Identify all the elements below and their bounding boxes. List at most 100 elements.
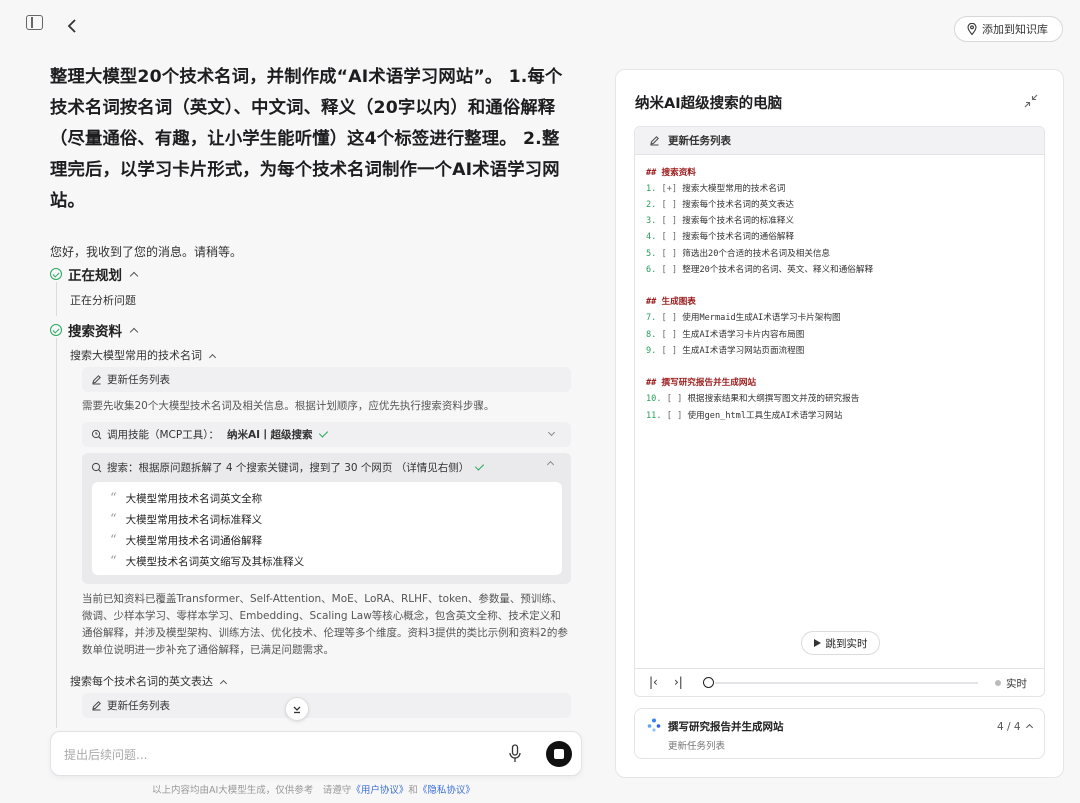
substep-title: 搜索每个技术名词的英文表达 xyxy=(70,675,213,688)
task-item: 11. [ ] 使用gen_html工具生成AI术语学习网站 xyxy=(646,411,843,421)
substep-header[interactable]: 搜索每个技术名词的英文表达 xyxy=(70,673,228,689)
task-item: 3. [ ] 搜索每个技术名词的标准释义 xyxy=(646,216,794,226)
terminal-header: 更新任务列表 xyxy=(635,127,1044,155)
location-pin-icon xyxy=(967,23,977,35)
microphone-icon[interactable] xyxy=(509,744,521,763)
section-heading: ## 撰写研究报告并生成网站 xyxy=(646,378,757,388)
computer-panel: 纳米AI超级搜索的电脑 更新任务列表 ## 搜索资料 1. [+] 搜索大模型常… xyxy=(615,69,1064,778)
add-to-knowledge-base-button[interactable]: 添加到知识库 xyxy=(954,16,1063,42)
search-query[interactable]: “大模型常用技术名词标准释义 xyxy=(110,512,262,527)
live-label: 实时 xyxy=(1006,678,1027,690)
task-item: 7. [ ] 使用Mermaid生成AI术语学习卡片架构图 xyxy=(646,313,841,323)
pencil-icon xyxy=(650,136,659,146)
search-query[interactable]: “大模型常用技术名词通俗解释 xyxy=(110,533,262,548)
section-heading: ## 搜索资料 xyxy=(646,168,696,178)
arrow-down-icon xyxy=(293,706,301,714)
sparkle-icon xyxy=(647,718,661,732)
chevron-up-icon[interactable] xyxy=(1025,723,1034,732)
task-item: 5. [ ] 筛选出20个合适的技术名词及相关信息 xyxy=(646,249,831,259)
collapse-icon[interactable] xyxy=(1024,94,1038,108)
search-card-header: 搜索：根据原问题拆解了 4 个搜索关键词，搜到了 30 个网页 （详情见右侧） xyxy=(91,460,485,475)
task-item: 8. [ ] 生成AI术语学习卡片内容布局图 xyxy=(646,330,805,340)
search-card[interactable]: 搜索：根据原问题拆解了 4 个搜索关键词，搜到了 30 个网页 （详情见右侧） … xyxy=(82,453,571,584)
substep-description: 需要先收集20个大模型技术名词及相关信息。根据计划顺序，应优先执行搜索资料步骤。 xyxy=(82,400,495,412)
check-icon xyxy=(475,460,485,471)
tool-label: 调用技能（MCP工具）： xyxy=(107,429,219,441)
chevron-left-icon xyxy=(67,19,76,33)
search-query[interactable]: “大模型技术名词英文缩写及其标准释义 xyxy=(110,554,304,569)
chevron-up-icon xyxy=(129,327,139,337)
update-task-list-card[interactable]: 更新任务列表 xyxy=(82,367,571,392)
tool-call-card[interactable]: 调用技能（MCP工具）： 纳米AI丨超级搜索 xyxy=(82,422,571,447)
privacy-link[interactable]: 《隐私协议》 xyxy=(418,785,475,796)
step-divider xyxy=(56,282,57,316)
back-button[interactable] xyxy=(62,15,84,39)
query-list: “大模型常用技术名词英文全称 “大模型常用技术名词标准释义 “大模型常用技术名词… xyxy=(92,482,562,575)
substep-header[interactable]: 搜索大模型常用的技术名词 xyxy=(70,347,217,363)
quote-icon: “ xyxy=(110,512,117,527)
skip-start-icon[interactable]: |‹ xyxy=(649,675,658,689)
chevron-up-icon xyxy=(129,271,139,281)
kb-button-label: 添加到知识库 xyxy=(982,23,1048,36)
jump-to-live-button[interactable]: 跳到实时 xyxy=(801,631,880,655)
chevron-up-icon xyxy=(219,679,228,687)
task-item: 4. [ ] 搜索每个技术名词的通俗解释 xyxy=(646,232,794,242)
step-planning[interactable]: 正在规划 xyxy=(50,264,139,284)
disclaimer: 以上内容均由AI大模型生成，仅供参考 请遵守《用户协议》和《隐私协议》 xyxy=(152,785,475,796)
card-label: 更新任务列表 xyxy=(107,700,170,712)
jump-label: 跳到实时 xyxy=(825,637,868,650)
progress-track[interactable] xyxy=(715,682,978,684)
step-detail: 正在分析问题 xyxy=(70,294,136,307)
follow-up-input-bar[interactable]: 提出后续问题... xyxy=(50,731,582,776)
step-search[interactable]: 搜索资料 xyxy=(50,320,139,340)
update-task-list-card[interactable]: 更新任务列表 xyxy=(82,693,571,718)
conversation: 整理大模型20个技术名词，并制作成“AI术语学习网站”。 1.每个技术名词按名词… xyxy=(50,62,572,260)
chevron-down-icon xyxy=(547,428,556,437)
live-dot-icon xyxy=(995,680,1001,686)
panel-title: 纳米AI超级搜索的电脑 xyxy=(635,96,783,112)
task-item: 9. [ ] 生成AI术语学习网站页面流程图 xyxy=(646,346,805,356)
chevron-up-icon xyxy=(208,353,217,361)
terminal-title: 更新任务列表 xyxy=(668,135,731,147)
task-item: 2. [ ] 搜索每个技术名词的英文表达 xyxy=(646,200,794,210)
user-agreement-link[interactable]: 《用户协议》 xyxy=(351,785,408,796)
progress-knob[interactable] xyxy=(703,677,714,688)
quote-icon: “ xyxy=(110,533,117,548)
quote-icon: “ xyxy=(110,491,117,506)
search-result-summary: 当前已知资料已覆盖Transformer、Self-Attention、MoE、… xyxy=(82,593,568,656)
search-summary: 搜索：根据原问题拆解了 4 个搜索关键词，搜到了 30 个网页 （详情见右侧） xyxy=(107,462,470,474)
check-icon xyxy=(318,427,328,438)
task-item: 1. [+] 搜索大模型常用的技术名词 xyxy=(646,184,786,194)
follow-up-input[interactable]: 提出后续问题... xyxy=(64,746,147,763)
user-prompt: 整理大模型20个技术名词，并制作成“AI术语学习网站”。 1.每个技术名词按名词… xyxy=(50,67,563,211)
stop-generation-button[interactable] xyxy=(546,741,572,767)
search-query[interactable]: “大模型常用技术名词英文全称 xyxy=(110,491,262,506)
substep-title: 搜索大模型常用的技术名词 xyxy=(70,349,202,362)
step-title: 搜索资料 xyxy=(68,324,122,340)
scroll-to-bottom-button[interactable] xyxy=(285,697,309,721)
pencil-icon xyxy=(92,375,101,385)
tool-search-icon xyxy=(91,429,102,440)
play-icon xyxy=(813,639,821,647)
playback-bar: |‹ ›| 实时 xyxy=(634,668,1045,697)
step-title: 正在规划 xyxy=(68,268,122,284)
step-divider xyxy=(56,338,57,728)
task-title: 撰写研究报告并生成网站 xyxy=(668,721,784,733)
skip-end-icon[interactable]: ›| xyxy=(674,675,683,689)
check-circle-icon xyxy=(50,268,62,280)
section-heading: ## 生成图表 xyxy=(646,297,696,307)
task-subtitle: 更新任务列表 xyxy=(668,741,726,752)
chevron-up-icon xyxy=(546,460,555,469)
check-circle-icon xyxy=(50,324,62,336)
task-item: 10. [ ] 根据搜索结果和大纲撰写图文并茂的研究报告 xyxy=(646,394,860,404)
sidebar-toggle-icon[interactable] xyxy=(26,15,43,30)
assistant-reply: 您好，我收到了您的消息。请稍等。 xyxy=(50,245,243,259)
current-task-card[interactable]: 撰写研究报告并生成网站 更新任务列表 4 / 4 xyxy=(634,708,1045,759)
quote-icon: “ xyxy=(110,554,117,569)
task-count: 4 / 4 xyxy=(997,721,1021,733)
task-item: 6. [ ] 整理20个技术名词的名词、英文、释义和通俗解释 xyxy=(646,265,874,275)
card-label: 更新任务列表 xyxy=(107,374,170,386)
search-icon xyxy=(91,462,102,473)
tool-name: 纳米AI丨超级搜索 xyxy=(226,429,313,441)
terminal-view: 更新任务列表 ## 搜索资料 1. [+] 搜索大模型常用的技术名词 2. [ … xyxy=(634,126,1045,669)
